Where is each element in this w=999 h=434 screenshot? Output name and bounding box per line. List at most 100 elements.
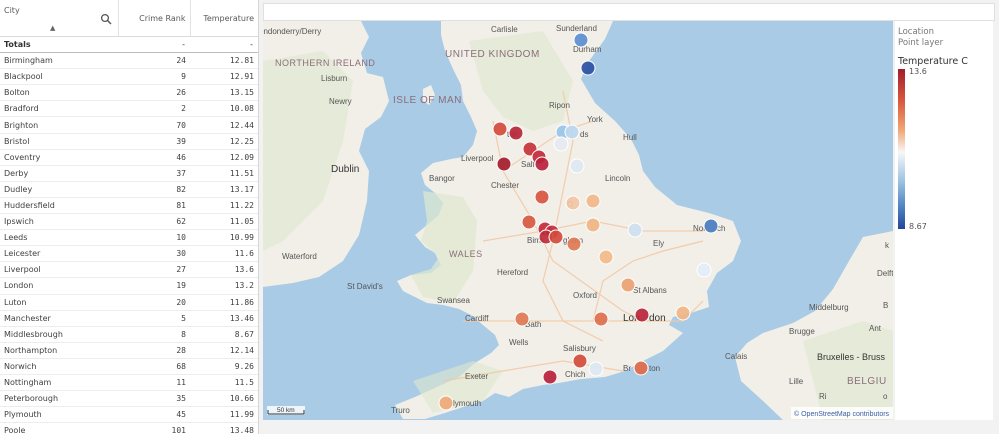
table-row[interactable]: Peterborough 35 10.66 (0, 390, 258, 408)
map-label-lille: Lille (789, 377, 804, 386)
data-point[interactable] (566, 236, 582, 252)
column-header-temperature[interactable]: Temperature (190, 0, 258, 37)
data-point[interactable] (703, 218, 719, 234)
cell-crime-rank: 28 (118, 342, 190, 359)
data-point[interactable] (553, 136, 569, 152)
data-point[interactable] (572, 353, 588, 369)
data-point[interactable] (627, 222, 643, 238)
data-point[interactable] (588, 361, 604, 377)
table-row[interactable]: Bradford 2 10.08 (0, 100, 258, 118)
data-point[interactable] (548, 229, 564, 245)
cell-city[interactable]: London (0, 277, 118, 295)
data-point[interactable] (593, 311, 609, 327)
data-point[interactable] (534, 156, 550, 172)
data-point[interactable] (580, 60, 596, 76)
table-row[interactable]: Coventry 46 12.09 (0, 149, 258, 166)
map-canvas[interactable]: ondonderry/Derry NORTHERN IRELAND Lisbur… (263, 21, 893, 420)
table-row[interactable]: Nottingham 11 11.5 (0, 374, 258, 392)
data-point[interactable] (492, 121, 508, 137)
cell-city[interactable]: Plymouth (0, 406, 118, 424)
data-point[interactable] (534, 189, 550, 205)
table-row[interactable]: Bolton 26 13.15 (0, 84, 258, 102)
table-row[interactable]: Plymouth 45 11.99 (0, 406, 258, 424)
map-label-sunderland: Sunderland (556, 24, 597, 33)
cell-city[interactable]: Northampton (0, 342, 118, 359)
data-point[interactable] (620, 277, 636, 293)
data-point[interactable] (573, 32, 589, 48)
table-row[interactable]: Dudley 82 13.17 (0, 181, 258, 198)
cell-city[interactable]: Luton (0, 294, 118, 311)
cell-city[interactable]: Huddersfield (0, 197, 118, 215)
table-row[interactable]: Birmingham 24 12.81 (0, 52, 258, 70)
cell-city[interactable]: Norwich (0, 358, 118, 375)
data-point[interactable] (633, 360, 649, 376)
cell-city[interactable]: Bradford (0, 100, 118, 118)
sort-arrow-icon[interactable]: ▲ (50, 24, 55, 32)
data-point[interactable] (564, 124, 580, 140)
data-point[interactable] (514, 311, 530, 327)
data-point[interactable] (508, 125, 524, 141)
cell-city[interactable]: Bristol (0, 133, 118, 150)
cell-city[interactable]: Brighton (0, 116, 118, 134)
cell-city[interactable]: Middlesbrough (0, 326, 118, 343)
cell-temperature: 10.08 (190, 100, 258, 118)
data-point[interactable] (696, 262, 712, 278)
search-icon[interactable] (100, 13, 112, 25)
cell-city[interactable]: Blackpool (0, 68, 118, 86)
cell-city[interactable]: Manchester (0, 310, 118, 327)
data-point[interactable] (496, 156, 512, 172)
cell-city[interactable]: Leeds (0, 229, 118, 247)
cell-temperature: 12.09 (190, 149, 258, 166)
table-row[interactable]: Middlesbrough 8 8.67 (0, 326, 258, 343)
table-row[interactable]: Ipswich 62 11.05 (0, 213, 258, 231)
data-point[interactable] (585, 193, 601, 209)
cell-city[interactable]: Leicester (0, 245, 118, 263)
data-point[interactable] (585, 217, 601, 233)
cell-city[interactable]: Poole (0, 422, 118, 434)
table-row[interactable]: Leicester 30 11.6 (0, 245, 258, 263)
table-row[interactable]: Brighton 70 12.44 (0, 116, 258, 134)
table-row[interactable]: Liverpool 27 13.6 (0, 261, 258, 279)
column-header-city[interactable]: City ▲ (0, 0, 119, 37)
cell-city[interactable]: Peterborough (0, 390, 118, 408)
data-point[interactable] (565, 195, 581, 211)
data-point[interactable] (634, 307, 650, 323)
column-header-crime-rank-label: Crime Rank (139, 13, 186, 23)
cell-city[interactable]: Coventry (0, 149, 118, 166)
table-row[interactable]: Norwich 68 9.26 (0, 358, 258, 375)
table-row[interactable]: Blackpool 9 12.91 (0, 68, 258, 86)
table-row[interactable]: Luton 20 11.86 (0, 294, 258, 311)
table-row[interactable]: London 19 13.2 (0, 277, 258, 295)
cell-city[interactable]: Nottingham (0, 374, 118, 392)
cell-city[interactable]: Bolton (0, 84, 118, 102)
table-row[interactable]: Derby 37 11.51 (0, 165, 258, 182)
data-point[interactable] (438, 395, 454, 411)
data-point[interactable] (569, 158, 585, 174)
cell-city[interactable]: Derby (0, 165, 118, 182)
cell-city[interactable]: Dudley (0, 181, 118, 198)
map-panel[interactable]: ondonderry/Derry NORTHERN IRELAND Lisbur… (263, 21, 893, 420)
table-row[interactable]: Northampton 28 12.14 (0, 342, 258, 359)
table-row[interactable]: Bristol 39 12.25 (0, 133, 258, 150)
cell-temperature: 13.48 (190, 422, 258, 434)
map-label-delft: Delft (877, 269, 893, 278)
column-header-crime-rank[interactable]: Crime Rank (118, 0, 191, 37)
map-label-chester: Chester (491, 181, 519, 190)
cell-crime-rank: 11 (118, 374, 190, 392)
cell-crime-rank: 62 (118, 213, 190, 231)
cell-crime-rank: 26 (118, 84, 190, 102)
cell-city[interactable]: Birmingham (0, 52, 118, 70)
table-row[interactable]: Huddersfield 81 11.22 (0, 197, 258, 215)
table-row[interactable]: Poole 101 13.48 (0, 422, 258, 434)
map-attribution[interactable]: © OpenStreetMap contributors (794, 410, 890, 418)
cell-city[interactable]: Liverpool (0, 261, 118, 279)
data-point[interactable] (542, 369, 558, 385)
cell-crime-rank: 101 (118, 422, 190, 434)
table-row[interactable]: Leeds 10 10.99 (0, 229, 258, 247)
cell-city[interactable]: Ipswich (0, 213, 118, 231)
table-row[interactable]: Manchester 5 13.46 (0, 310, 258, 327)
map-label-lincoln: Lincoln (605, 174, 630, 183)
data-point[interactable] (521, 214, 537, 230)
data-point[interactable] (598, 249, 614, 265)
data-point[interactable] (675, 305, 691, 321)
